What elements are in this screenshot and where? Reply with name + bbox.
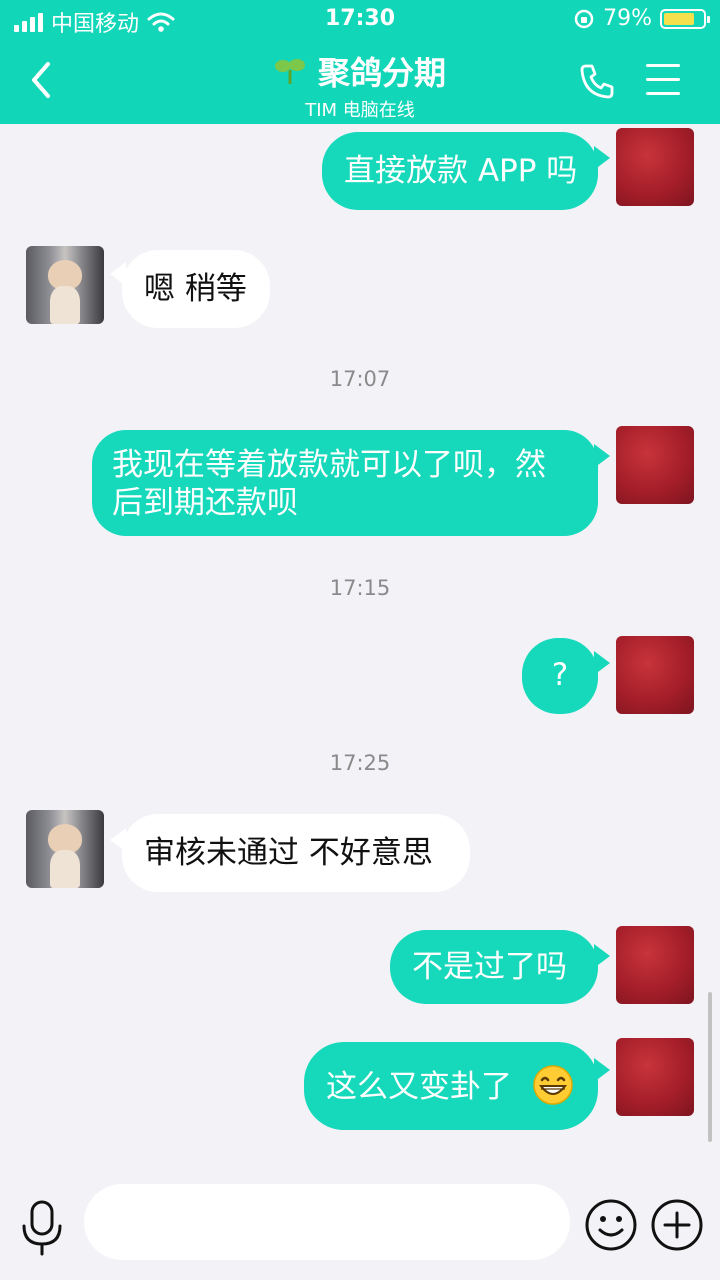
timestamp: 17:07 — [329, 367, 391, 391]
message-bubble-outgoing[interactable]: 不是过了吗 — [390, 930, 598, 1004]
input-bar — [0, 1170, 720, 1280]
avatar-self[interactable] — [616, 636, 694, 714]
avatar-self[interactable] — [616, 926, 694, 1004]
sprout-icon — [274, 59, 305, 84]
message-text: ? — [551, 657, 569, 693]
message-text: 这么又变卦了 — [326, 1069, 512, 1105]
bubble-tail — [594, 444, 610, 468]
battery-icon — [660, 8, 710, 29]
bubble-tail — [594, 1058, 610, 1082]
message-text: 嗯 稍等 — [144, 271, 247, 307]
bubble-tail — [594, 146, 610, 170]
message-bubble-outgoing[interactable]: 我现在等着放款就可以了呗，然后到期还款呗 — [92, 430, 598, 536]
grinning-face-emoji — [533, 1065, 573, 1105]
status-bar: 中国移动 17:30 79% — [0, 0, 720, 40]
avatar-self[interactable] — [616, 128, 694, 206]
status-right: 79% — [573, 6, 710, 31]
timestamp: 17:15 — [329, 576, 391, 600]
microphone-icon[interactable] — [20, 1200, 64, 1256]
bubble-tail — [594, 651, 610, 675]
message-text: 直接放款 APP 吗 — [344, 153, 578, 189]
message-text: 审核未通过 不好意思 — [144, 835, 433, 871]
message-text: 我现在等着放款就可以了呗，然后到期还款呗 — [112, 447, 546, 521]
message-bubble-outgoing[interactable]: ? — [522, 638, 598, 714]
chat-title-text: 聚鸽分期 — [317, 54, 446, 92]
hamburger-menu-icon[interactable] — [646, 64, 680, 106]
battery-percent: 79% — [603, 6, 652, 31]
message-text: 不是过了吗 — [412, 949, 567, 985]
chat-header: 中国移动 17:30 79% 聚鸽分期 TIM 电脑在线 — [0, 0, 720, 124]
avatar-self[interactable] — [616, 426, 694, 504]
message-bubble-incoming[interactable]: 嗯 稍等 — [122, 250, 270, 328]
chat-title: 聚鸽分期 — [274, 48, 446, 94]
smiley-icon[interactable] — [584, 1198, 638, 1252]
nav-bar: 聚鸽分期 TIM 电脑在线 — [0, 40, 720, 124]
phone-icon[interactable] — [578, 62, 616, 100]
message-bubble-outgoing[interactable]: 直接放款 APP 吗 — [322, 132, 598, 210]
orientation-lock-icon — [574, 9, 594, 28]
message-bubble-outgoing[interactable]: 这么又变卦了 — [304, 1042, 598, 1130]
plus-circle-icon[interactable] — [650, 1198, 704, 1252]
timestamp: 17:25 — [329, 751, 391, 775]
message-input[interactable] — [84, 1184, 570, 1260]
message-bubble-incoming[interactable]: 审核未通过 不好意思 — [122, 814, 470, 892]
avatar-self[interactable] — [616, 1038, 694, 1116]
avatar-contact[interactable] — [26, 246, 104, 324]
bubble-tail — [594, 944, 610, 968]
avatar-contact[interactable] — [26, 810, 104, 888]
scrollbar[interactable] — [708, 992, 712, 1142]
